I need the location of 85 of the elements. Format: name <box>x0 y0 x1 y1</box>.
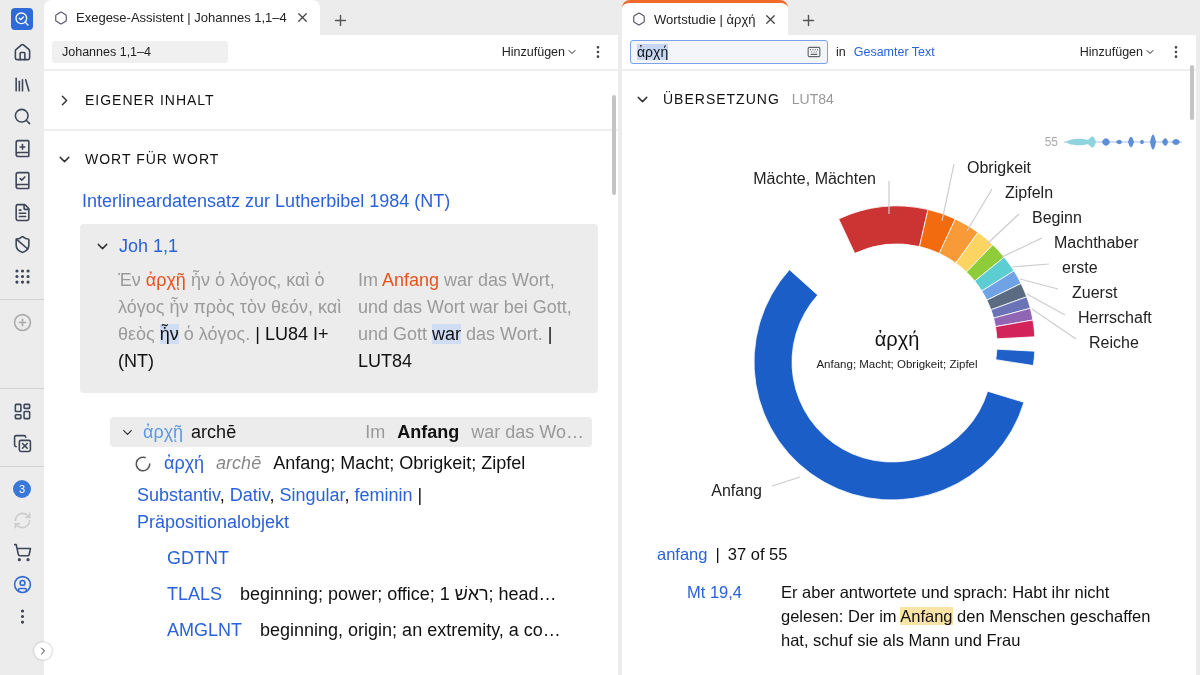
section-subtitle: LUT84 <box>791 91 834 107</box>
lemma-link[interactable]: ἀρχή <box>164 453 205 474</box>
layout-icon[interactable] <box>12 402 32 421</box>
context-word: Anfang <box>397 421 460 443</box>
hexagon-icon <box>54 10 68 25</box>
slice-label: Obrigkeit <box>967 159 1032 176</box>
word-row[interactable]: ἀρχῇ archē Im Anfang war das Wo… <box>110 417 592 447</box>
app-logo-icon[interactable] <box>11 8 33 30</box>
translation-text: Im Anfang war das Wort, und das Wort war bei Gott, und Gott war das Wort. | LUT84 <box>358 269 573 373</box>
section-title: EIGENER INHALT <box>85 92 215 108</box>
slice-label: Reiche <box>1089 334 1139 351</box>
home-icon[interactable] <box>12 43 32 62</box>
morphology-link[interactable]: Substantiv <box>137 485 220 505</box>
slice-label: Zipfeln <box>1005 184 1054 201</box>
greek-text: Ἐν ἀρχῇ ἦν ὁ λόγος, καὶ ὁ λόγος ἦν πρὸς τὸν θεόν, καὶ θεὸς ἦν ὁ λόγος. | LU84 I+ (NT) <box>118 269 343 373</box>
reference-field[interactable]: Johannes 1,1–4 <box>52 41 228 63</box>
library-icon[interactable] <box>12 75 32 94</box>
transliteration: archē <box>191 421 237 443</box>
slice-label: Zuerst <box>1072 284 1118 301</box>
leader-line <box>941 163 955 222</box>
separator-text: | <box>417 485 423 505</box>
leader-line <box>966 188 993 232</box>
result-count: 37 of 55 <box>727 545 788 564</box>
leader-line <box>1011 263 1050 268</box>
definition-text: beginning, origin; an extremity, a co… <box>260 619 561 641</box>
tab-title: Exegese-Assistent | Johannes 1,1–4 <box>76 10 287 25</box>
center-word: ἀρχή <box>874 328 920 350</box>
section-title: WORT FÜR WORT <box>85 151 220 167</box>
book-plus-icon[interactable] <box>12 139 32 158</box>
keyboard-icon[interactable] <box>807 45 821 59</box>
slice-label: Beginn <box>1032 209 1082 226</box>
search-field[interactable]: ἀρχή <box>630 40 828 64</box>
hexagon-icon <box>632 12 646 26</box>
transliteration: archē <box>216 453 262 474</box>
context-word: war das Wo… <box>471 421 584 443</box>
morphology-link[interactable]: Präpositionalobjekt <box>137 512 290 532</box>
greek-word: ἀρχῇ <box>143 421 184 443</box>
add-dropdown[interactable]: Hinzufügen <box>501 45 578 59</box>
book-check-icon[interactable] <box>12 171 32 190</box>
grid-dots-icon[interactable] <box>12 267 32 286</box>
context-word: Im <box>365 421 386 443</box>
cart-icon[interactable] <box>12 543 32 562</box>
tab-title: Wortstudie | ἀρχή <box>654 11 756 27</box>
expand-button[interactable] <box>34 642 52 660</box>
morphology-link[interactable]: feminin <box>354 485 413 505</box>
separator-text: | <box>715 545 720 564</box>
lexicon-link[interactable]: AMGLNT <box>167 619 242 641</box>
verse-link[interactable]: Joh 1,1 <box>119 236 179 257</box>
scope-link[interactable]: Gesamter Text <box>853 45 935 59</box>
scope-label: in <box>836 45 846 59</box>
dataset-link[interactable]: Interlineardatensatz zur Lutherbibel 1984 (NT) <box>82 191 618 212</box>
leader-line <box>1026 293 1066 316</box>
definition-text: beginning; power; office; 1 ראשׁ; head… <box>240 583 557 605</box>
user-icon[interactable] <box>12 575 32 594</box>
slice-label: Herrschaft <box>1078 309 1152 326</box>
notification-badge[interactable]: 3 <box>13 480 31 498</box>
search-icon[interactable] <box>12 107 32 126</box>
loading-icon <box>134 454 152 473</box>
close-windows-icon[interactable] <box>12 434 32 453</box>
morphology-link[interactable]: Singular <box>279 485 345 505</box>
section-title: ÜBERSETZUNG <box>663 91 780 107</box>
separator-text: , <box>344 485 351 505</box>
center-glosses: Anfang; Macht; Obrigkeit; Zipfel <box>816 358 978 370</box>
slice-label: Anfang <box>711 482 762 499</box>
verse-link[interactable]: Mt 19,4 <box>687 580 781 652</box>
verse-text: Er aber antwortete und sprach: Habt ihr nicht gelesen: Der im Anfang den Menschen geschaffen hat, schuf sie als Mann und Frau <box>781 582 1152 651</box>
lexicon-link[interactable]: GDTNT <box>167 547 229 569</box>
leader-line <box>771 476 801 487</box>
slice-label: Mächte, Mächten <box>753 170 876 187</box>
lexicon-link[interactable]: TLALS <box>167 583 223 605</box>
search-term-link[interactable]: anfang <box>657 545 708 564</box>
document-icon[interactable] <box>12 203 32 222</box>
separator-text: , <box>269 485 276 505</box>
tab[interactable]: Exegese-Assistent | Johannes 1,1–4 <box>44 0 320 35</box>
leader-line <box>1019 278 1059 290</box>
scrollbar <box>1190 65 1194 120</box>
slice-label: Machthaber <box>1054 234 1139 251</box>
morphology-link[interactable]: Dativ <box>229 485 270 505</box>
occurrence-count: 55 <box>1044 135 1058 149</box>
leader-line <box>1031 308 1077 340</box>
tab[interactable]: Wortstudie | ἀρχή <box>622 0 789 35</box>
add-dropdown[interactable]: Hinzufügen <box>1079 45 1156 59</box>
gloss-text: Anfang; Macht; Obrigkeit; Zipfel <box>273 453 526 474</box>
slice-label: erste <box>1062 259 1098 276</box>
shield-icon[interactable] <box>12 235 32 254</box>
